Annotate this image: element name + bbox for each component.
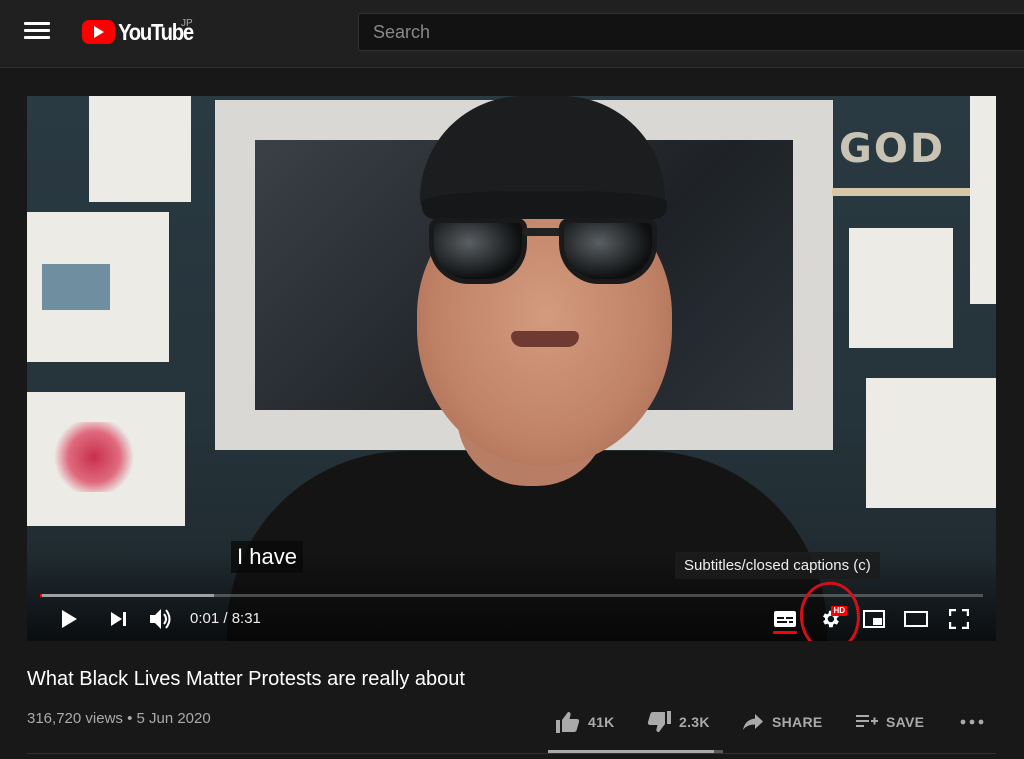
subtitles-active-indicator (773, 631, 797, 634)
play-button[interactable] (57, 605, 81, 633)
progress-played (40, 594, 42, 597)
save-label: SAVE (886, 714, 925, 730)
mute-button[interactable] (148, 605, 174, 633)
subtitles-tooltip: Subtitles/closed captions (c) (675, 552, 880, 579)
divider (27, 753, 996, 754)
wall-picture (849, 228, 953, 348)
share-icon (743, 714, 763, 730)
miniplayer-icon (863, 610, 885, 628)
subtitle-caption: I have (231, 541, 303, 573)
wall-picture (27, 212, 169, 362)
hd-badge: HD (831, 606, 847, 616)
share-label: SHARE (772, 714, 823, 730)
like-count: 41K (588, 714, 615, 730)
hamburger-menu-icon[interactable] (24, 22, 50, 44)
wall-decor: GOD (839, 126, 946, 172)
share-button[interactable]: SHARE (742, 708, 823, 736)
view-count-date: 316,720 views • 5 Jun 2020 (27, 710, 211, 727)
fullscreen-button[interactable] (947, 605, 971, 633)
like-button[interactable]: 41K (556, 708, 615, 736)
more-actions-button[interactable] (960, 708, 984, 736)
theater-mode-button[interactable] (903, 605, 929, 633)
wall-picture (89, 96, 191, 202)
playlist-add-icon (856, 715, 878, 727)
country-code: JP (181, 18, 193, 29)
youtube-logo[interactable]: YouTube JP (82, 18, 203, 48)
settings-button[interactable]: HD (817, 605, 847, 633)
thumbs-down-icon (647, 711, 671, 732)
video-player[interactable]: GOD I have Subtitles/closed captions (c) (27, 96, 996, 641)
progress-loaded (40, 594, 215, 597)
search-input[interactable] (359, 14, 1024, 50)
wall-shelf (832, 188, 972, 196)
time-display: 0:01 / 8:31 (190, 610, 261, 627)
search-box[interactable] (358, 13, 1024, 51)
volume-icon (150, 609, 171, 629)
progress-bar[interactable] (40, 594, 983, 597)
dislike-count: 2.3K (679, 714, 710, 730)
miniplayer-button[interactable] (861, 605, 887, 633)
thumbs-up-icon (556, 712, 580, 733)
video-title: What Black Lives Matter Protests are rea… (27, 668, 465, 690)
youtube-play-logo-icon (82, 20, 115, 44)
next-button[interactable] (108, 605, 130, 633)
wall-picture (27, 392, 185, 526)
subtitles-button[interactable] (773, 605, 797, 634)
wall-picture (866, 378, 996, 508)
theater-mode-icon (904, 611, 928, 627)
save-button[interactable]: SAVE (856, 708, 924, 736)
wall-picture (970, 96, 996, 304)
masthead: YouTube JP (0, 0, 1024, 68)
play-icon (62, 610, 77, 628)
more-horizontal-icon (960, 719, 984, 725)
fullscreen-icon (949, 609, 969, 629)
dislike-button[interactable]: 2.3K (647, 708, 710, 736)
skip-next-icon (111, 612, 126, 626)
subtitles-icon (774, 611, 796, 627)
